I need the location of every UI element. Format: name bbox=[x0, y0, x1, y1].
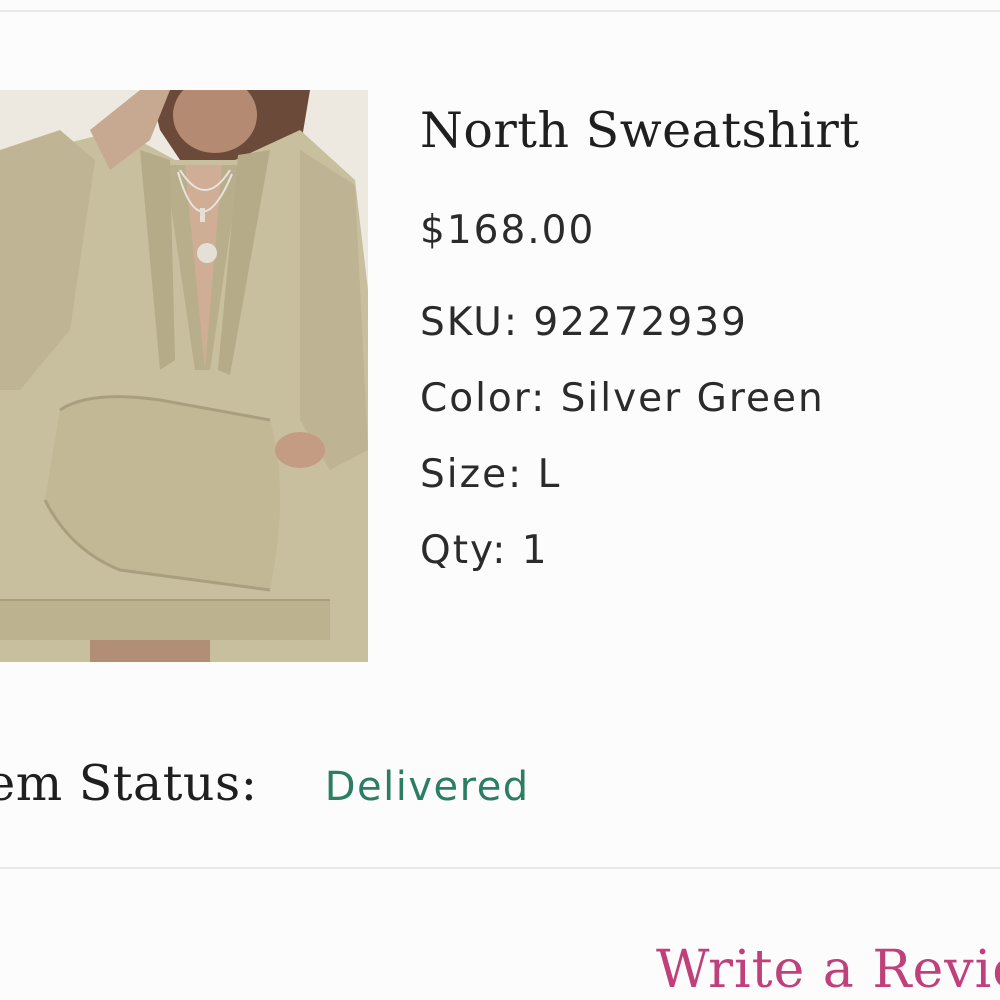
product-photo-illustration bbox=[0, 90, 368, 662]
product-size: Size: L bbox=[420, 452, 562, 497]
product-quantity: Qty: 1 bbox=[420, 528, 549, 573]
top-divider bbox=[0, 10, 1000, 12]
product-price: $168.00 bbox=[420, 208, 596, 253]
write-review-link[interactable]: Write a Revie bbox=[656, 940, 1000, 1000]
product-name[interactable]: North Sweatshirt bbox=[420, 106, 860, 155]
item-status-row: tem Status: Delivered bbox=[0, 755, 530, 812]
product-sku: SKU: 92272939 bbox=[420, 300, 748, 345]
product-color: Color: Silver Green bbox=[420, 376, 825, 421]
item-status-value: Delivered bbox=[324, 764, 530, 810]
order-item-page: North Sweatshirt $168.00 SKU: 92272939 C… bbox=[0, 0, 1000, 1000]
section-divider bbox=[0, 867, 1000, 869]
product-image[interactable] bbox=[0, 90, 368, 662]
item-status-label: tem Status: bbox=[0, 755, 258, 812]
